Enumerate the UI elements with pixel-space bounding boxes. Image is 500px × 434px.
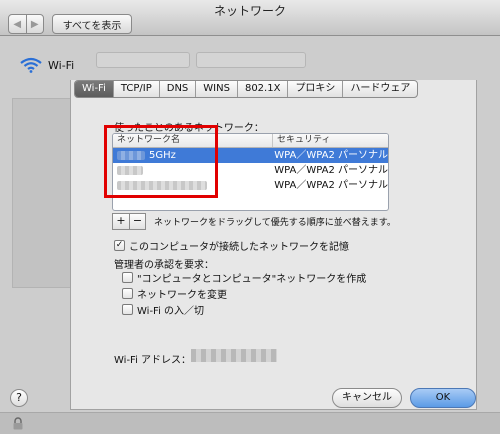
admin-toggle-wifi-checkbox[interactable]: [122, 304, 133, 315]
wifi-address-label: Wi-Fi アドレス：: [114, 355, 192, 366]
nav-buttons: ◀ ▶: [8, 14, 44, 34]
remember-networks-label: このコンピュータが接続したネットワークを記憶: [129, 242, 349, 253]
admin-toggle-wifi-label: Wi-Fi の入／切: [137, 306, 205, 317]
wifi-icon: [20, 57, 42, 73]
annotation-highlight-box: [104, 125, 218, 198]
show-all-button[interactable]: すべてを表示: [52, 14, 132, 34]
admin-change-network-label: ネットワークを変更: [137, 290, 227, 301]
ok-button[interactable]: OK: [410, 388, 476, 408]
footer-bar: [0, 412, 500, 434]
admin-toggle-wifi-option[interactable]: Wi-Fi の入／切: [122, 302, 204, 317]
tab-8021x[interactable]: 802.1X: [236, 81, 287, 97]
admin-create-computer-network-label: "コンピュータとコンピュータ"ネットワークを作成: [137, 274, 367, 285]
admin-change-network-option[interactable]: ネットワークを変更: [122, 286, 227, 301]
lock-icon[interactable]: [12, 417, 24, 430]
remember-networks-checkbox[interactable]: ✓: [114, 240, 125, 251]
security-cell: WPA／WPA2 パーソナル: [274, 165, 388, 176]
cancel-button[interactable]: キャンセル: [332, 388, 402, 408]
dimmed-popup: [196, 52, 306, 68]
help-button[interactable]: ?: [10, 389, 28, 407]
admin-change-network-checkbox[interactable]: [122, 288, 133, 299]
tab-dns[interactable]: DNS: [158, 81, 196, 97]
tab-tcpip[interactable]: TCP/IP: [112, 81, 159, 97]
admin-create-computer-network-option[interactable]: "コンピュータとコンピュータ"ネットワークを作成: [122, 270, 366, 285]
admin-approval-heading: 管理者の承認を要求：: [114, 260, 214, 271]
add-network-button[interactable]: +: [113, 214, 129, 229]
interface-header: Wi-Fi: [20, 57, 74, 73]
admin-create-computer-network-checkbox[interactable]: [122, 272, 133, 283]
interface-name: Wi-Fi: [48, 58, 75, 72]
remember-networks-option[interactable]: ✓ このコンピュータが接続したネットワークを記憶: [114, 238, 349, 253]
add-remove-control: + −: [112, 213, 146, 230]
security-cell: WPA／WPA2 パーソナル: [274, 180, 388, 191]
back-button[interactable]: ◀: [9, 15, 26, 33]
window-titlebar: ネットワーク ◀ ▶ すべてを表示: [0, 0, 500, 36]
tab-proxy[interactable]: プロキシ: [287, 81, 342, 97]
drag-hint: ネットワークをドラッグして優先する順序に並べ替えます。: [154, 218, 396, 228]
security-cell: WPA／WPA2 パーソナル: [274, 150, 388, 161]
tab-bar: Wi-Fi TCP/IP DNS WINS 802.1X プロキシ ハードウェア: [74, 80, 419, 98]
service-list-dimmed: [12, 98, 74, 288]
tab-wifi[interactable]: Wi-Fi: [75, 81, 113, 97]
column-security[interactable]: セキュリティ: [273, 134, 330, 147]
tab-hardware[interactable]: ハードウェア: [342, 81, 417, 97]
forward-button[interactable]: ▶: [25, 15, 44, 33]
tab-wins[interactable]: WINS: [195, 81, 237, 97]
wifi-address-value-redacted: [191, 349, 277, 362]
dimmed-popup: [96, 52, 190, 68]
remove-network-button[interactable]: −: [129, 214, 145, 229]
